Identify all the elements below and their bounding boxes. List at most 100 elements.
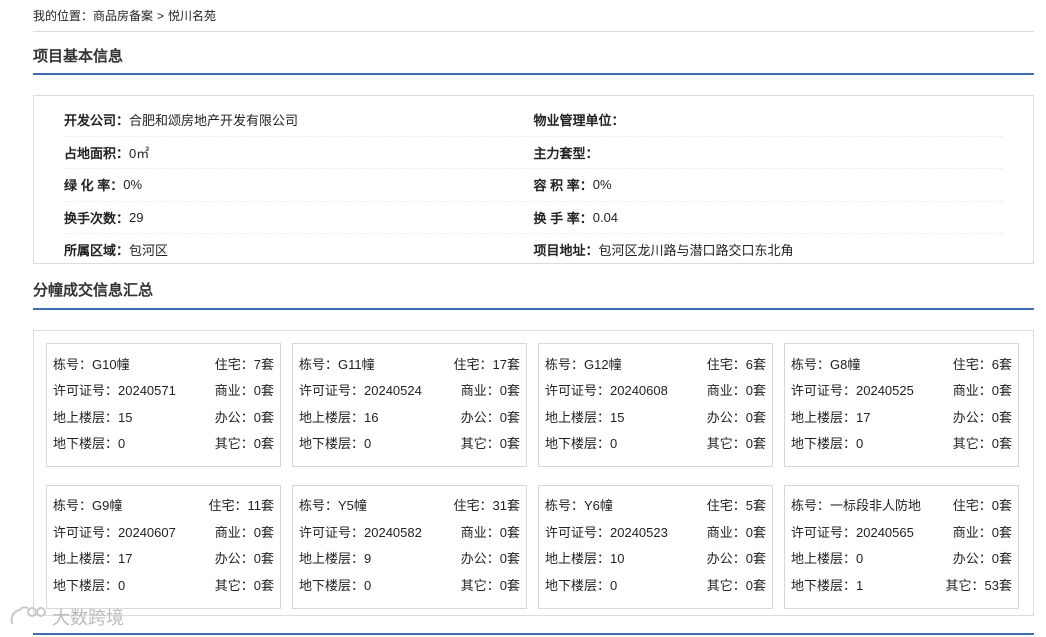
- info-row: 换手次数： 29 换 手 率： 0.04: [64, 202, 1004, 234]
- residential-count: 住宅：5套: [706, 498, 766, 514]
- building-number: 栋号：Y6幢: [545, 498, 613, 514]
- watermark-text: 大数跨境: [52, 608, 124, 628]
- building-card-row: 栋号：一标段非人防地 住宅：0套: [791, 492, 1012, 519]
- other-count: 其它：0套: [460, 577, 520, 593]
- field-label: 换手次数：: [64, 210, 130, 226]
- building-number: 栋号：G12幢: [545, 356, 622, 372]
- building-card: 栋号：Y6幢 住宅：5套许可证号：20240523 商业：0套地上楼层：10 办公：0…: [538, 484, 773, 609]
- above-ground-floors: 地上楼层：9: [299, 551, 372, 567]
- above-ground-floors: 地上楼层：17: [791, 409, 871, 425]
- building-card-row: 地上楼层：16 办公：0套: [299, 403, 520, 430]
- building-card: 栋号：一标段非人防地 住宅：0套 许可证号：20240565 商业：0套 地上楼层：0 办…: [784, 484, 1019, 609]
- building-card: 栋号：G10幢 住宅：7套 许可证号：20240571 商业：0套 地上楼层：15 办公：…: [46, 343, 281, 467]
- above-ground-floors: 地上楼层：15: [545, 409, 625, 425]
- building-card: 栋号：G9幢 住宅：11套许可证号：20240607 商业：0套地上楼层：17 办公：…: [46, 484, 281, 609]
- building-card-row: 地上楼层：17 办公：0套: [53, 545, 274, 572]
- building-number: 栋号：一标段非人防地: [791, 498, 922, 514]
- main-unit-type-field: 主力套型：: [534, 143, 1004, 162]
- other-count: 其它：0套: [214, 436, 274, 452]
- building-card-row: 栋号：G10幢 住宅：7套: [53, 350, 274, 377]
- building-card-row: 许可证号：20240525 商业：0套: [791, 377, 1012, 404]
- land-area-field: 占地面积： 0㎡: [64, 143, 534, 162]
- building-card-row: 地上楼层：10 办公：0套: [545, 545, 766, 572]
- underground-floors: 地下楼层：0: [545, 436, 618, 452]
- above-ground-floors: 地上楼层：15: [53, 409, 133, 425]
- turnover-rate-field: 换 手 率： 0.04: [534, 208, 1004, 227]
- building-card-row: 许可证号：20240607 商业：0套: [53, 518, 274, 545]
- building-summary-panel: 栋号：G10幢 住宅：7套 许可证号：20240571 商业：0套 地上楼层：15 办公：…: [33, 330, 1034, 616]
- developer-field: 开发公司： 合肥和颂房地产开发有限公司: [64, 110, 534, 129]
- breadcrumb-link-records[interactable]: 商品房备案: [93, 9, 153, 23]
- greening-rate-field: 绿 化 率： 0%: [64, 175, 534, 194]
- info-row: 绿 化 率： 0% 容 积 率： 0%: [64, 169, 1003, 202]
- building-card-row: 地下楼层：0 其它：0套: [53, 430, 274, 457]
- underground-floors: 地下楼层：0: [299, 436, 372, 452]
- info-row: 开发公司： 合肥和颂房地产开发有限公司 物业管理单位：: [64, 104, 1003, 137]
- permit-number: 许可证号：20240523: [545, 524, 668, 540]
- commercial-count: 商业：0套: [460, 383, 520, 399]
- building-card: 栋号：Y5幢 住宅：31套许可证号：20240582 商业：0套地上楼层：9 办公：0…: [292, 484, 527, 609]
- permit-number: 许可证号：20240565: [791, 524, 914, 540]
- underground-floors: 地下楼层：0: [53, 436, 126, 452]
- permit-number: 许可证号：20240582: [299, 524, 422, 540]
- permit-number: 许可证号：20240571: [53, 383, 176, 399]
- office-count: 办公：0套: [952, 551, 1012, 567]
- property-management-field: 物业管理单位：: [534, 110, 1004, 129]
- underground-floors: 地下楼层：1: [791, 577, 864, 593]
- building-card-row: 地下楼层：0 其它：0套: [545, 430, 766, 457]
- info-row: 所属区域： 包河区 项目地址： 包河区龙川路与潜口路交口东北角: [64, 234, 1003, 266]
- commercial-count: 商业：0套: [706, 524, 766, 540]
- office-count: 办公：0套: [460, 551, 520, 567]
- commercial-count: 商业：0套: [460, 524, 520, 540]
- building-card-row: 栋号：G12幢 住宅：6套: [545, 350, 766, 377]
- building-card-row: 许可证号：20240524 商业：0套: [299, 377, 520, 404]
- other-count: 其它：0套: [952, 436, 1012, 452]
- commercial-count: 商业：0套: [706, 383, 766, 399]
- office-count: 办公：0套: [460, 409, 520, 425]
- building-card-row: 许可证号：20240523 商业：0套: [545, 518, 766, 545]
- other-count: 其它：53套: [945, 577, 1012, 593]
- district-field: 所属区域： 包河区: [64, 240, 534, 259]
- breadcrumb-current: 悦川名苑: [168, 9, 217, 23]
- other-count: 其它：0套: [706, 577, 766, 593]
- building-card-row: 栋号：G9幢 住宅：11套: [53, 492, 274, 519]
- field-label: 开发公司：: [64, 113, 130, 129]
- above-ground-floors: 地上楼层：0: [791, 551, 864, 567]
- residential-count: 住宅：17套: [453, 356, 520, 372]
- commercial-count: 商业：0套: [952, 383, 1012, 399]
- field-label: 占地面积：: [64, 145, 130, 161]
- field-label: 项目地址：: [533, 243, 599, 259]
- permit-number: 许可证号：20240524: [299, 383, 422, 399]
- building-number: 栋号：G9幢: [53, 498, 123, 514]
- project-info-title: 项目基本信息: [33, 32, 1034, 75]
- building-card-row: 地下楼层：1 其它：53套: [791, 571, 1012, 598]
- other-count: 其它：0套: [706, 436, 766, 452]
- field-value: 0.04: [592, 209, 619, 225]
- building-card-row: 栋号：Y5幢 住宅：31套: [299, 492, 520, 519]
- field-value: 0%: [123, 177, 143, 193]
- building-number: 栋号：G11幢: [299, 356, 375, 372]
- underground-floors: 地下楼层：0: [299, 577, 372, 593]
- other-count: 其它：0套: [460, 436, 520, 452]
- building-card-row: 栋号：G8幢 住宅：6套: [791, 350, 1012, 377]
- underground-floors: 地下楼层：0: [53, 577, 126, 593]
- building-card-row: 地下楼层：0 其它：0套: [53, 571, 274, 598]
- commercial-count: 商业：0套: [214, 524, 274, 540]
- office-count: 办公：0套: [214, 409, 274, 425]
- building-summary-title: 分幢成交信息汇总: [33, 273, 1034, 310]
- building-card: 栋号：G12幢 住宅：6套许可证号：20240608 商业：0套地上楼层：15 办公：…: [538, 343, 773, 467]
- office-count: 办公：0套: [706, 409, 766, 425]
- field-value: 合肥和颂房地产开发有限公司: [129, 113, 299, 129]
- building-card-row: 地上楼层：17 办公：0套: [791, 403, 1012, 430]
- building-card-row: 地下楼层：0 其它：0套: [545, 571, 766, 598]
- building-card-row: 许可证号：20240582 商业：0套: [299, 518, 520, 545]
- field-label: 所属区域：: [64, 243, 130, 259]
- permit-number: 许可证号：20240608: [545, 383, 668, 399]
- building-card-row: 栋号：Y6幢 住宅：5套: [545, 492, 766, 519]
- office-count: 办公：0套: [952, 409, 1012, 425]
- field-value: 包河区: [129, 243, 169, 259]
- building-number: 栋号：G10幢: [53, 356, 130, 372]
- field-label: 物业管理单位：: [533, 113, 625, 129]
- permit-number: 许可证号：20240607: [53, 524, 176, 540]
- building-card-row: 地上楼层：15 办公：0套: [53, 403, 274, 430]
